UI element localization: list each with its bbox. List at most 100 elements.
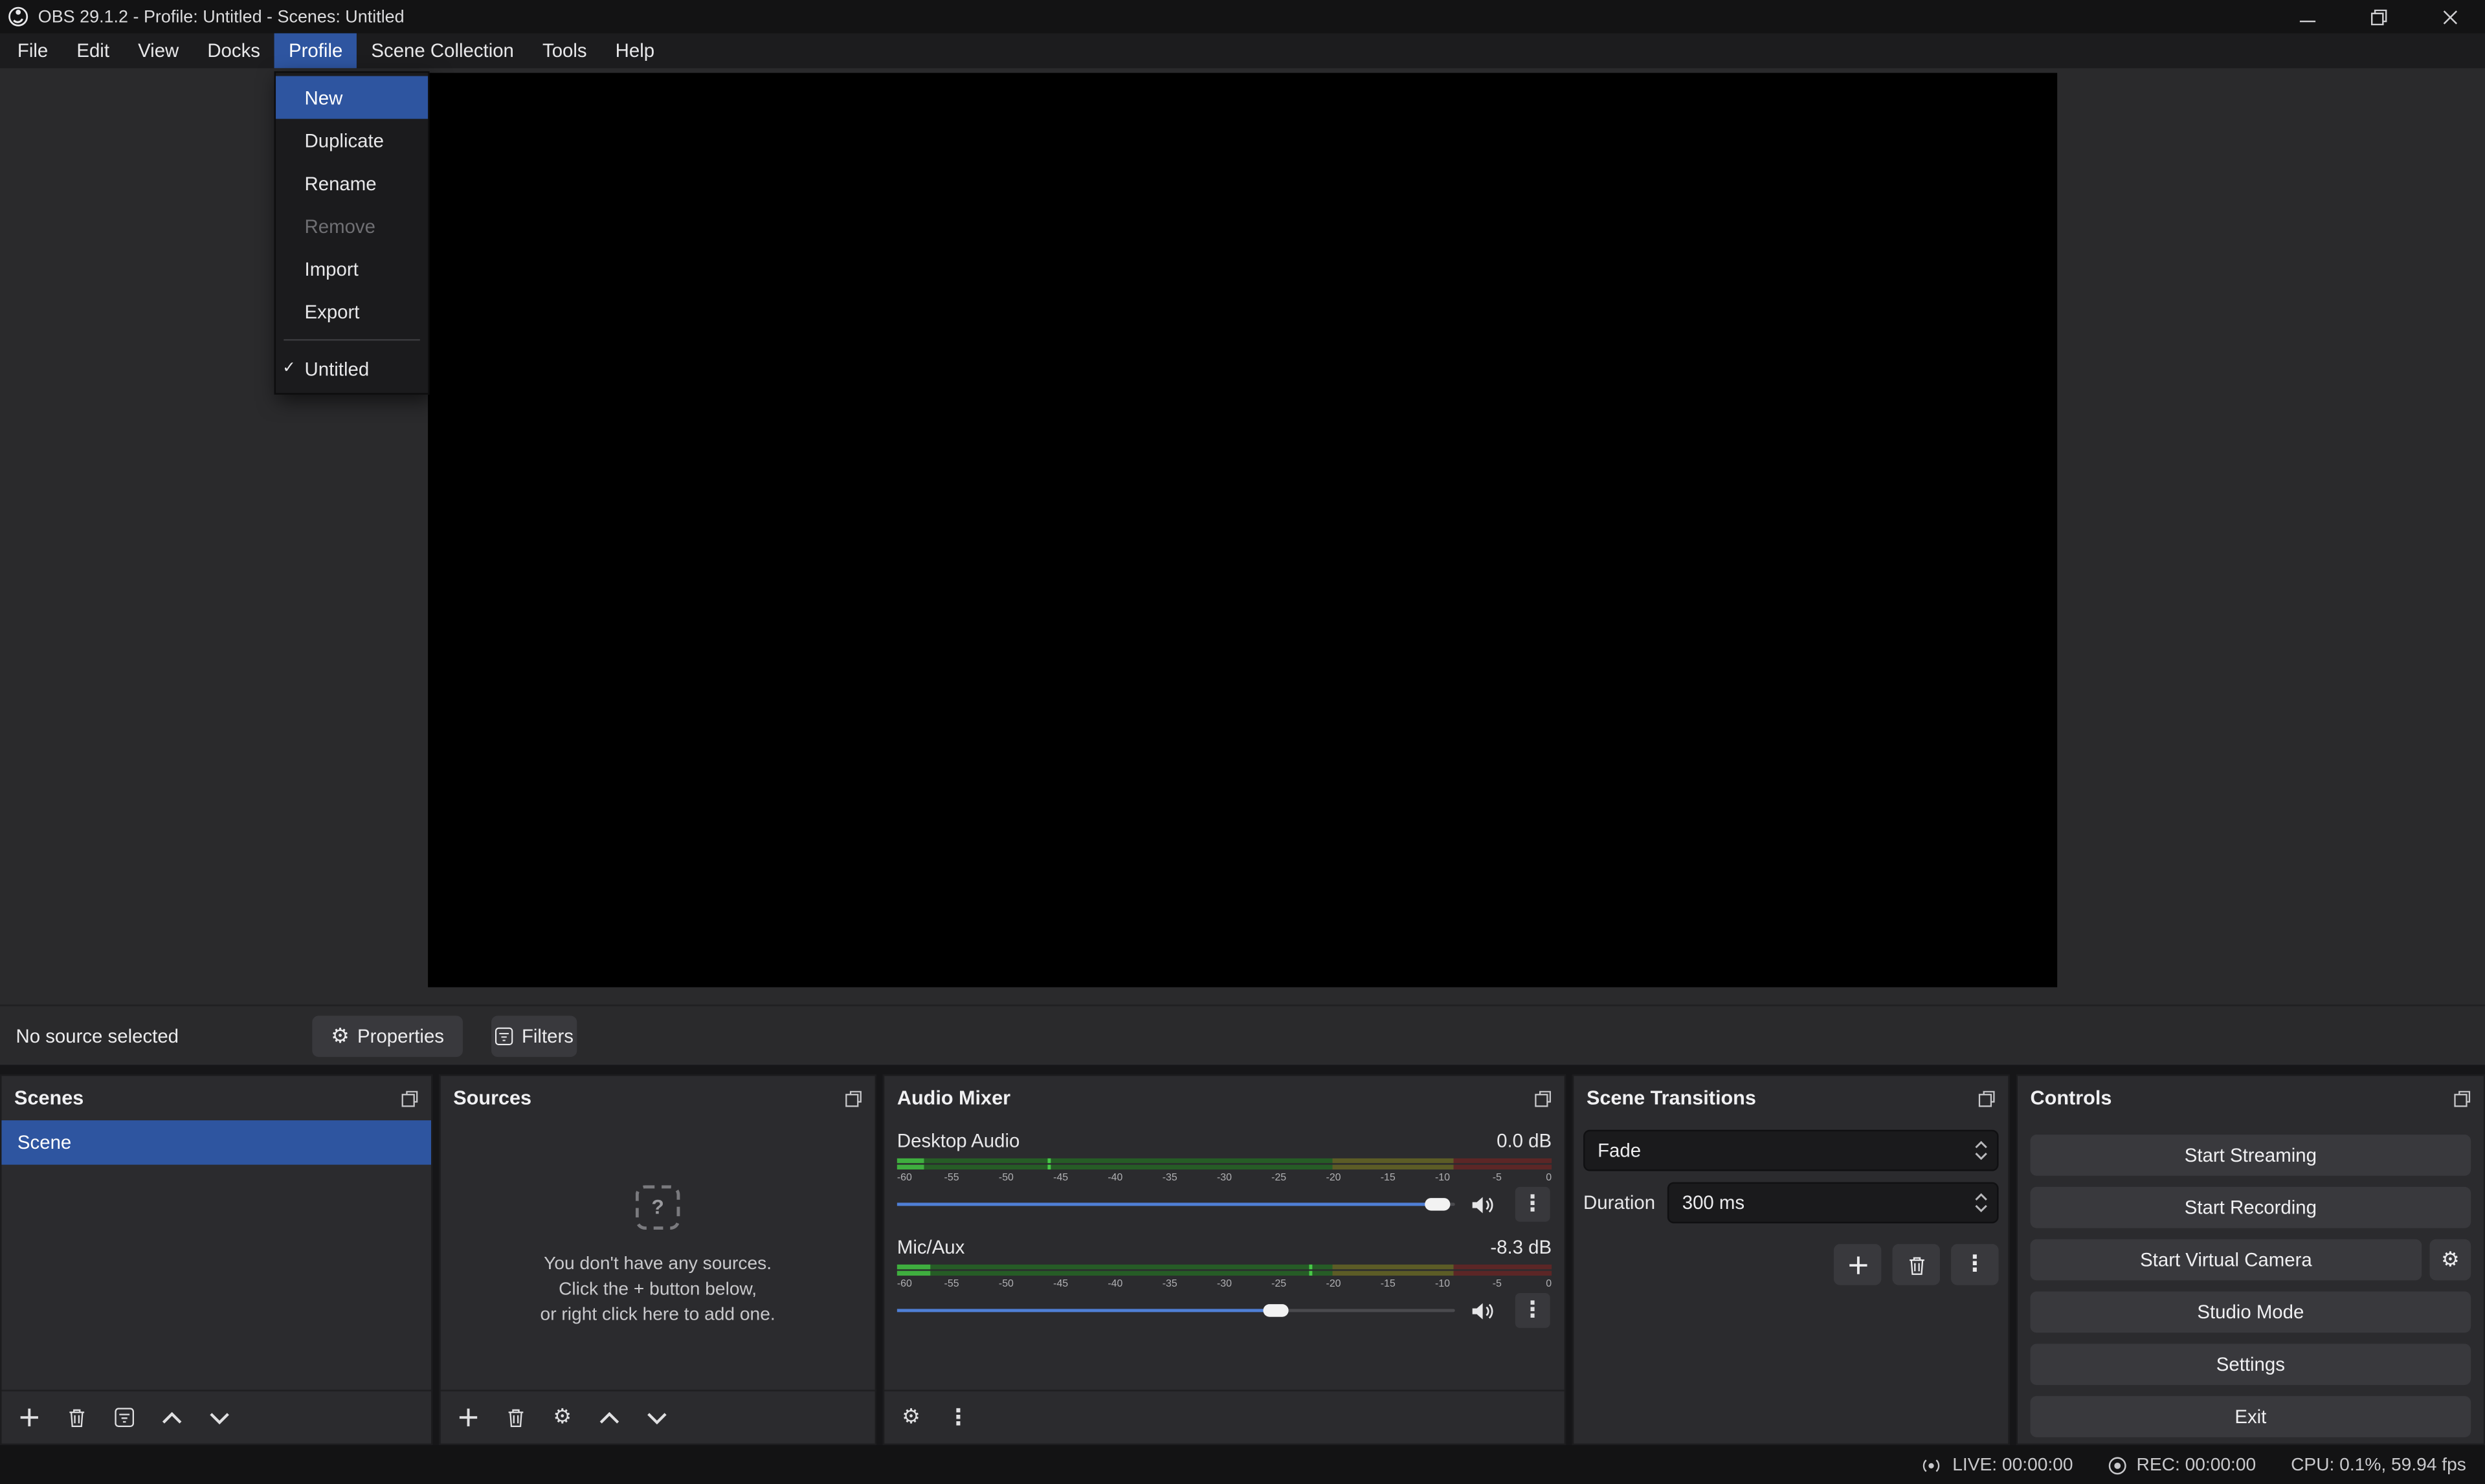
slider-fill [897,1202,1438,1206]
remove-transition-button[interactable] [1893,1244,1940,1285]
slider-handle[interactable] [1425,1198,1451,1211]
channel-volume-db: 0.0 dB [1497,1130,1552,1152]
scenes-title: Scenes [14,1087,84,1109]
add-transition-button[interactable] [1834,1244,1881,1285]
properties-button[interactable]: ⚙ Properties [312,1015,463,1057]
controls-body: Start Streaming Start Recording Start Vi… [2018,1120,2484,1463]
live-status: LIVE: 00:00:00 [1919,1456,2073,1474]
scale-tick: -50 [999,1279,1014,1290]
filters-button[interactable]: Filters [491,1015,577,1057]
restore-button[interactable] [2343,0,2414,33]
move-source-up-button[interactable] [599,1411,619,1424]
move-source-down-button[interactable] [646,1411,667,1424]
profile-menu-rename[interactable]: Rename [276,162,428,205]
spin-arrows-icon[interactable] [1975,1193,1988,1212]
popout-icon[interactable] [1978,1089,1996,1107]
volume-slider[interactable] [897,1304,1455,1317]
mixer-menu-button[interactable]: ⋮ [947,1405,969,1430]
settings-button[interactable]: Settings [2031,1344,2471,1385]
meter-bar [897,1165,1552,1169]
popout-icon[interactable] [2453,1089,2471,1107]
slider-handle[interactable] [1264,1304,1289,1317]
source-toolbar: No source selected ⚙ Properties Filters [0,1004,2485,1066]
scene-transitions-header: Scene Transitions [1574,1076,2008,1121]
meter-peak [1309,1271,1313,1276]
add-scene-button[interactable] [19,1407,39,1428]
audio-mixer-body: Desktop Audio 0.0 dB -60 [884,1120,1564,1391]
scenes-toolbar [1,1390,431,1443]
mixer-channel-desktop-audio: Desktop Audio 0.0 dB -60 [897,1130,1552,1215]
menu-profile[interactable]: Profile New Duplicate Rename Remove Impo… [274,33,357,68]
mixer-toolbar: ⚙ ⋮ [884,1390,1564,1443]
slider-fill [897,1309,1276,1312]
source-properties-button[interactable]: ⚙ [553,1407,572,1428]
duration-spinbox[interactable]: 300 ms [1668,1182,1999,1224]
sources-empty-state[interactable]: ? You don't have any sources. Click the … [441,1120,875,1391]
popout-icon[interactable] [1534,1089,1552,1107]
profile-menu-duplicate[interactable]: Duplicate [276,119,428,162]
title-bar[interactable]: OBS 29.1.2 - Profile: Untitled - Scenes:… [0,0,2485,33]
meter-active [897,1271,930,1276]
mute-button[interactable] [1471,1300,1495,1321]
popout-icon[interactable] [845,1089,862,1107]
profile-dropdown-menu: New Duplicate Rename Remove Import Expor… [274,71,430,394]
window-title: OBS 29.1.2 - Profile: Untitled - Scenes:… [38,7,405,26]
scene-list-item[interactable]: Scene [1,1120,431,1165]
mute-button[interactable] [1471,1194,1495,1215]
meter-bar [897,1158,1552,1163]
popout-icon[interactable] [401,1089,418,1107]
channel-name: Desktop Audio [897,1130,1020,1152]
transition-menu-button[interactable]: ⋮ [1951,1244,1998,1285]
scale-tick: -15 [1381,1173,1396,1184]
source-status-text: No source selected [16,1006,179,1067]
profile-menu-untitled-label: Untitled [305,357,370,379]
audio-mixer-panel: Audio Mixer Desktop Audio 0.0 dB [883,1074,1566,1445]
move-scene-down-button[interactable] [209,1411,230,1424]
start-recording-button[interactable]: Start Recording [2031,1187,2471,1228]
scale-tick: -40 [1108,1173,1122,1184]
remove-source-button[interactable] [506,1407,526,1428]
meter-scale: -60 -55 -50 -45 -40 -35 -30 -25 -20 -15 … [897,1171,1552,1185]
scene-filters-button[interactable] [114,1407,135,1428]
filters-icon [495,1027,513,1046]
meter-scale: -60 -55 -50 -45 -40 -35 -30 -25 -20 -15 … [897,1277,1552,1291]
start-virtual-camera-button[interactable]: Start Virtual Camera [2031,1239,2422,1281]
menu-edit[interactable]: Edit [62,33,124,68]
minimize-button[interactable] [2271,0,2343,33]
menu-view[interactable]: View [124,33,193,68]
status-bar: LIVE: 00:00:00 REC: 00:00:00 CPU: 0.1%, … [0,1445,2485,1484]
scale-tick: -10 [1435,1173,1450,1184]
advanced-audio-properties-button[interactable]: ⚙ [902,1407,920,1428]
virtual-camera-settings-button[interactable]: ⚙ [2430,1239,2471,1281]
meter-peak [1047,1158,1051,1163]
channel-menu-button[interactable]: ⋮ [1515,1293,1550,1328]
profile-menu-export[interactable]: Export [276,290,428,333]
studio-mode-button[interactable]: Studio Mode [2031,1292,2471,1333]
menu-tools[interactable]: Tools [528,33,601,68]
transition-select[interactable]: Fade [1583,1130,1999,1171]
menu-scene-collection[interactable]: Scene Collection [357,33,528,68]
meter-bar [897,1265,1552,1269]
kebab-icon: ⋮ [1964,1252,1986,1277]
menu-help[interactable]: Help [601,33,669,68]
channel-menu-button[interactable]: ⋮ [1515,1187,1550,1222]
move-scene-up-button[interactable] [162,1411,183,1424]
controls-panel: Controls Start Streaming Start Recording… [2016,1074,2485,1445]
remove-scene-button[interactable] [67,1407,87,1428]
scale-tick: 0 [1546,1173,1552,1184]
menu-docks[interactable]: Docks [193,33,274,68]
start-streaming-button[interactable]: Start Streaming [2031,1135,2471,1176]
profile-menu-import[interactable]: Import [276,247,428,290]
volume-slider[interactable] [897,1198,1455,1211]
close-button[interactable] [2414,0,2485,33]
preview-canvas[interactable] [428,73,2057,988]
profile-menu-untitled[interactable]: ✓ Untitled [276,347,428,390]
exit-button[interactable]: Exit [2031,1396,2471,1437]
menu-file[interactable]: File [3,33,62,68]
duration-value: 300 ms [1682,1191,1744,1213]
check-icon: ✓ [282,360,296,377]
empty-line: You don't have any sources. [544,1251,772,1276]
add-source-button[interactable] [458,1407,479,1428]
scale-tick: -5 [1493,1173,1502,1184]
profile-menu-new[interactable]: New [276,76,428,119]
